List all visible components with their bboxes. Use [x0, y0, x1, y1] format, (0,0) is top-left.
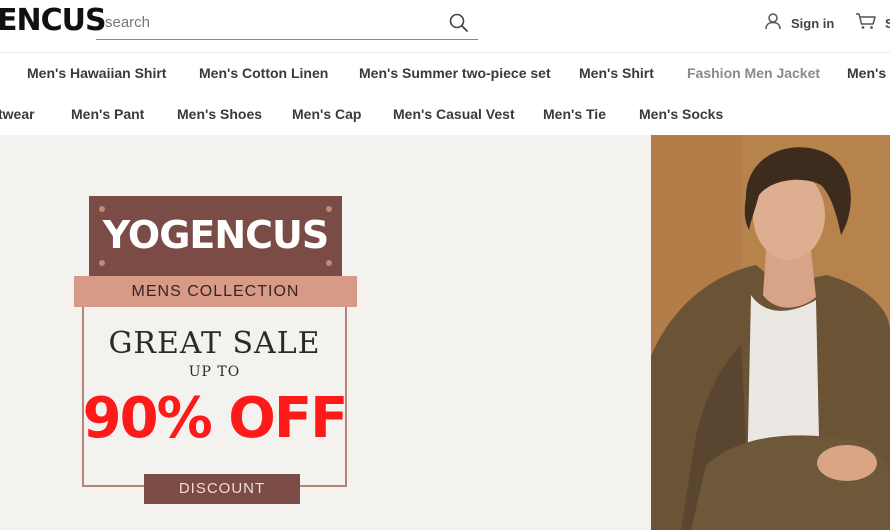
nav-item-socks[interactable]: Men's Socks	[639, 94, 723, 134]
collection-label: MENS COLLECTION	[131, 283, 300, 300]
discount-percent: 90% OFF	[82, 386, 349, 451]
discount-button-label: DISCOUNT	[178, 480, 266, 497]
nav-item-shoes[interactable]: Men's Shoes	[177, 94, 262, 134]
cart-label: S	[885, 15, 890, 31]
category-nav-row-1: Men's Hawaiian Shirt Men's Cotton Linen …	[0, 53, 890, 93]
model-photo	[651, 135, 890, 530]
nav-item-casual-vest[interactable]: Men's Casual Vest	[393, 94, 515, 134]
sign-in-label: Sign in	[791, 15, 835, 31]
nav-item-cap[interactable]: Men's Cap	[292, 94, 361, 134]
category-nav-row-2: twear Men's Pant Men's Shoes Men's Cap M…	[0, 94, 890, 134]
rivet-decoration	[99, 260, 105, 266]
hero-banner[interactable]: YOGENCUS MENS COLLECTION GREAT SALE UP T…	[0, 135, 890, 530]
nav-item-pant[interactable]: Men's Pant	[71, 94, 144, 134]
nav-item-footwear[interactable]: twear	[0, 94, 35, 134]
site-header: ENCUS Sign in S	[0, 0, 890, 52]
site-logo[interactable]: ENCUS	[0, 3, 107, 39]
nav-item-hawaiian-shirt[interactable]: Men's Hawaiian Shirt	[27, 53, 166, 93]
sign-in-link[interactable]: Sign in	[764, 12, 834, 34]
sale-headline: GREAT SALE	[108, 326, 321, 361]
discount-button[interactable]: DISCOUNT	[144, 474, 300, 504]
nav-item-mens-truncated[interactable]: Men's	[847, 53, 886, 93]
model-illustration	[651, 135, 890, 530]
nav-item-fashion-jacket[interactable]: Fashion Men Jacket	[687, 53, 820, 93]
cart-icon	[855, 12, 877, 35]
brand-plate: YOGENCUS	[89, 196, 342, 276]
up-to-label: UP TO	[188, 364, 241, 380]
search-input[interactable]	[96, 6, 435, 38]
collection-banner: MENS COLLECTION	[74, 276, 357, 307]
search-bar	[96, 6, 478, 40]
nav-item-cotton-linen[interactable]: Men's Cotton Linen	[199, 53, 328, 93]
rivet-decoration	[326, 260, 332, 266]
nav-item-tie[interactable]: Men's Tie	[543, 94, 606, 134]
nav-item-summer-two-piece[interactable]: Men's Summer two-piece set	[359, 53, 551, 93]
brand-name: YOGENCUS	[102, 213, 330, 257]
search-icon[interactable]	[448, 12, 470, 34]
nav-item-shirt[interactable]: Men's Shirt	[579, 53, 654, 93]
user-icon	[764, 12, 782, 35]
cart-link[interactable]: S	[855, 12, 890, 34]
